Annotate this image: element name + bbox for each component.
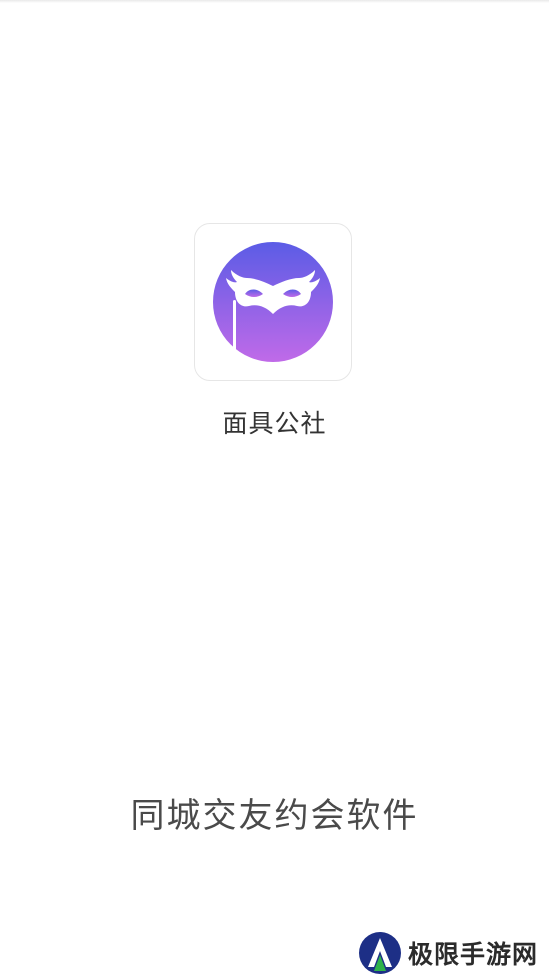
site-logo-icon — [359, 932, 401, 974]
app-icon — [194, 223, 352, 381]
watermark: 极限手游网 — [358, 931, 538, 975]
tagline: 同城交友约会软件 — [130, 796, 419, 836]
app-name: 面具公社 — [222, 409, 327, 438]
watermark-text: 极限手游网 — [408, 940, 539, 969]
mask-logo-icon — [213, 242, 333, 362]
status-bar-edge — [0, 0, 549, 3]
